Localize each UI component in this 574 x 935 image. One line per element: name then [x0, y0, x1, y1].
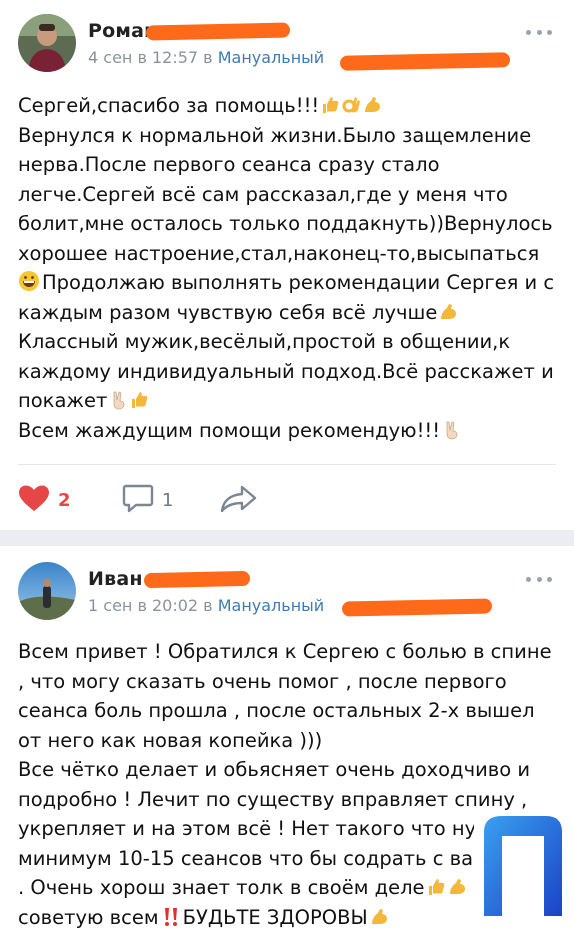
- share-button[interactable]: [220, 480, 258, 520]
- like-count: 2: [58, 490, 71, 511]
- flexed-biceps-emoji-icon: [447, 876, 467, 906]
- post-preposition: в: [203, 596, 212, 615]
- text-line: Классный мужик,весёлый,простой в общении…: [18, 327, 563, 357]
- redaction-mark: [144, 571, 250, 588]
- feed-separator: [0, 530, 574, 546]
- victory-hand-emoji-icon: [441, 419, 461, 449]
- group-link[interactable]: Мануальный: [218, 48, 325, 67]
- comment-button[interactable]: 1: [122, 480, 173, 520]
- post-actions: 2 1: [0, 480, 574, 520]
- like-button[interactable]: 2: [18, 480, 71, 520]
- flexed-biceps-emoji-icon: [438, 301, 458, 331]
- watermark-logo-icon: [474, 810, 566, 918]
- post-card: Роман 4 сен в 12:57 в Мануальный Сергей,…: [0, 0, 574, 530]
- post-preposition: в: [203, 48, 212, 67]
- text-line: сеанса боль прошла , после остальных 2-х…: [18, 696, 563, 726]
- post-date[interactable]: 4 сен в 12:57: [88, 48, 198, 67]
- thumbs-up-emoji-icon: [426, 876, 446, 906]
- more-dots-icon[interactable]: [526, 575, 552, 583]
- grinning-face-emoji-icon: [18, 270, 40, 301]
- text-line: , что могу сказать очень помог , после п…: [18, 667, 563, 697]
- heart-icon: [18, 484, 50, 516]
- redaction-mark: [146, 22, 290, 40]
- text-line: от него как новая копейка ))): [18, 726, 563, 756]
- post-meta: 4 сен в 12:57 в Мануальный: [88, 48, 324, 67]
- text-line: Всем привет ! Обратился к Сергею с болью…: [18, 637, 563, 667]
- text-line: советую всем: [18, 906, 159, 929]
- comment-count: 1: [162, 490, 173, 511]
- text-line: каждому индивидуальный подход.Всё расска…: [18, 357, 563, 387]
- thumbs-up-emoji-icon: [320, 94, 340, 124]
- text-line: болит,мне осталось только поддакнуть))Ве…: [18, 209, 563, 239]
- post-text: Сергей,спасибо за помощь!!! Вернулся к н…: [18, 91, 563, 445]
- divider: [18, 464, 556, 465]
- text-line: покажет: [18, 389, 107, 412]
- double-exclamation-emoji-icon: [163, 906, 179, 935]
- share-icon: [220, 484, 258, 516]
- text-line: Сергей,спасибо за помощь!!!: [18, 94, 319, 117]
- avatar[interactable]: [18, 562, 76, 620]
- flexed-biceps-emoji-icon: [369, 906, 389, 935]
- flexed-biceps-emoji-icon: [362, 94, 382, 124]
- more-dots-icon[interactable]: [526, 28, 552, 36]
- comment-icon: [122, 483, 154, 517]
- text-line: хорошее настроение,стал,наконец-то,высып…: [18, 239, 563, 269]
- thumbs-up-emoji-icon: [129, 389, 149, 419]
- post-date[interactable]: 1 сен в 20:02: [88, 596, 198, 615]
- post-meta: 1 сен в 20:02 в Мануальный: [88, 596, 324, 615]
- text-line: нерва.После первого сеанса сразу стало: [18, 150, 563, 180]
- victory-hand-emoji-icon: [108, 389, 128, 419]
- text-line: Все чётко делает и обьясняет очень доход…: [18, 755, 563, 785]
- redaction-mark: [342, 598, 492, 616]
- text-line: Вернулся к нормальной жизни.Было защемле…: [18, 121, 563, 151]
- avatar[interactable]: [18, 14, 76, 72]
- redaction-mark: [340, 52, 510, 71]
- text-line: БУДЬТЕ ЗДОРОВЫ: [183, 906, 368, 929]
- group-link[interactable]: Мануальный: [218, 596, 325, 615]
- text-line: легче.Сергей всё сам рассказал,где у мен…: [18, 180, 563, 210]
- text-line: Продолжаю выполнять рекомендации Сергея …: [42, 271, 554, 294]
- text-line: каждым разом чувствую себя всё лучше: [18, 301, 437, 324]
- text-line: . Очень хорош знает толк в своём деле: [18, 876, 425, 899]
- ok-hand-emoji-icon: [341, 94, 361, 124]
- author-name[interactable]: Иван: [88, 568, 143, 590]
- text-line: Всем жаждущим помощи рекомендую!!!: [18, 419, 440, 442]
